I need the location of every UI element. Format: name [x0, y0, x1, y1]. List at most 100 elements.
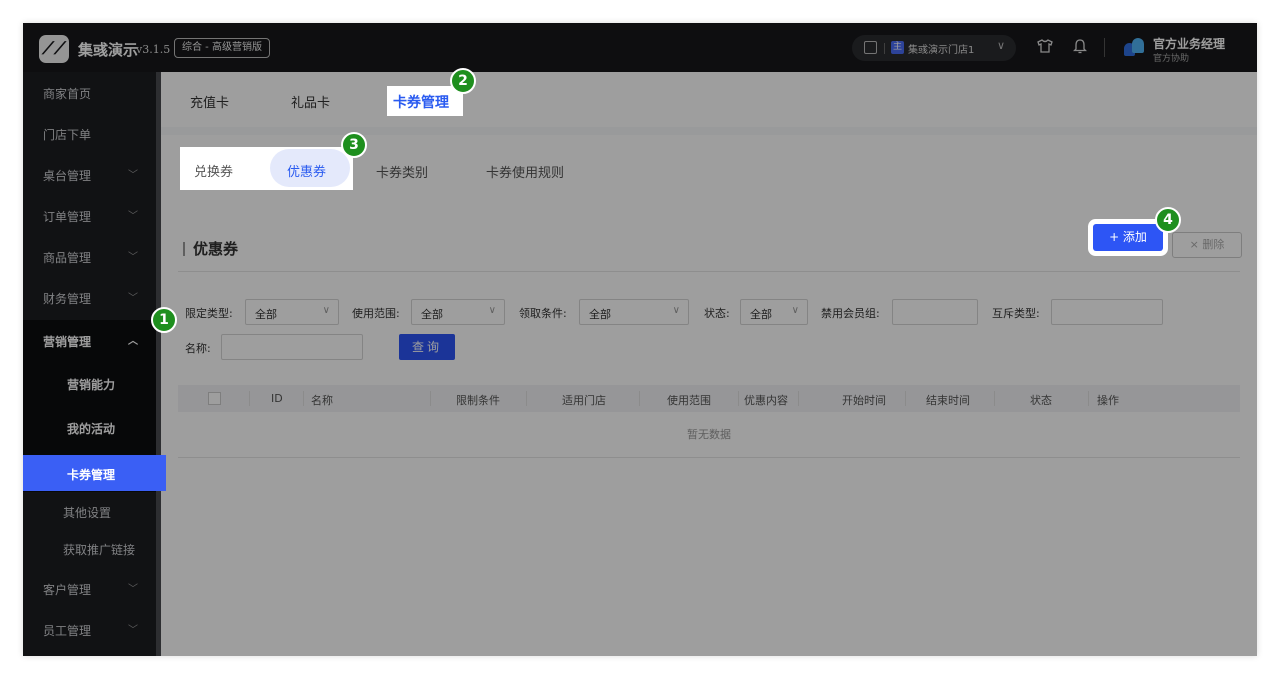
column-end: 结束时间	[926, 394, 970, 407]
edition-badge[interactable]: 综合 - 高级营销版	[174, 38, 270, 58]
app-version: v3.1.5	[136, 43, 171, 56]
subtabs-highlight: 兑换券 优惠券	[180, 147, 353, 190]
column-scope: 使用范围	[667, 394, 711, 407]
sidebar-sub-marketing-ability[interactable]: 营销能力	[23, 362, 156, 406]
subtab-category[interactable]: 卡券类别	[376, 162, 428, 181]
filter-banned-group-input[interactable]	[892, 299, 978, 325]
sidebar-item-products[interactable]: 商品管理 ﹀	[23, 236, 156, 277]
filter-scope-select[interactable]: 全部 ∨	[411, 299, 505, 325]
filter-name-label: 名称:	[185, 342, 211, 355]
step-marker-1: 1	[151, 307, 177, 333]
table-empty: 暂无数据	[178, 412, 1240, 458]
user-name[interactable]: 官方业务经理	[1153, 35, 1225, 52]
sidebar-item-store-order[interactable]: 门店下单	[23, 113, 156, 154]
add-button[interactable]: + 添加	[1093, 224, 1163, 251]
select-all-checkbox[interactable]	[208, 392, 221, 405]
section-title: 优惠券	[183, 238, 238, 259]
chevron-up-icon: ︿	[128, 336, 138, 347]
column-divider	[526, 391, 527, 406]
column-name: 名称	[311, 394, 333, 407]
filter-limit-type-select[interactable]: 全部 ∨	[245, 299, 339, 325]
subtab-coupon-label: 优惠券	[287, 165, 327, 180]
sidebar-sub-other-settings[interactable]: 其他设置	[23, 492, 156, 528]
chevron-down-icon: ﹀	[128, 625, 138, 636]
column-divider	[905, 391, 906, 406]
bell-icon[interactable]	[1072, 38, 1088, 58]
step-marker-4: 4	[1155, 207, 1181, 233]
column-actions: 操作	[1097, 394, 1119, 407]
filter-condition-select[interactable]: 全部 ∨	[579, 299, 689, 325]
filter-name-input[interactable]	[221, 334, 363, 360]
table-header: ID 名称 限制条件 适用门店 使用范围 优惠内容 开始时间 结束时间 状态 操…	[178, 385, 1240, 412]
chevron-down-icon: ﹀	[128, 584, 138, 595]
filter-exclusive-type-input[interactable]	[1051, 299, 1163, 325]
chevron-down-icon: ﹀	[128, 211, 138, 222]
sidebar-sub-promo-link[interactable]: 获取推广链接	[23, 528, 156, 568]
filter-banned-group-label: 禁用会员组:	[821, 307, 880, 320]
chevron-down-icon: ∨	[791, 305, 799, 316]
filter-exclusive-type-label: 互斥类型:	[992, 307, 1040, 320]
step-marker-3: 3	[341, 132, 367, 158]
column-divider	[430, 391, 431, 406]
store-badge: 主	[891, 41, 904, 54]
filter-status-label: 状态:	[704, 307, 730, 320]
sidebar-item-staff[interactable]: 员工管理 ﹀	[23, 609, 156, 650]
subtab-coupon[interactable]: 优惠券	[270, 149, 350, 187]
chevron-down-icon: ﹀	[128, 293, 138, 304]
sidebar-item-finance[interactable]: 财务管理 ﹀	[23, 277, 156, 318]
sidebar-sub-my-activities[interactable]: 我的活动	[23, 406, 156, 450]
app-name: 集彧演示	[78, 41, 139, 59]
sidebar-sub-card-coupon[interactable]: 卡券管理	[23, 455, 166, 491]
subtab-exchange[interactable]: 兑换券	[194, 161, 233, 180]
store-icon	[864, 41, 877, 54]
sidebar-item-home[interactable]: 商家首页	[23, 72, 156, 113]
tab-gift-card[interactable]: 礼品卡	[291, 92, 330, 111]
column-id: ID	[271, 392, 283, 405]
filter-scope-label: 使用范围:	[352, 307, 400, 320]
store-select[interactable]: 主 集彧演示门店1 ∨	[852, 35, 1016, 61]
shirt-icon[interactable]	[1037, 38, 1053, 58]
column-discount: 优惠内容	[744, 394, 788, 407]
column-start: 开始时间	[842, 394, 886, 407]
column-divider	[994, 391, 995, 406]
chevron-down-icon: ∨	[997, 39, 1006, 52]
tab-card-coupon-label: 卡券管理	[393, 95, 449, 111]
column-divider	[798, 391, 799, 406]
content-panel: 卡券类别 卡券使用规则 优惠券 × 删除 限定类型: 全部 ∨ 使用范围: 全部 ∨…	[161, 135, 1257, 656]
chevron-down-icon: ∨	[488, 305, 496, 316]
tab-card-coupon[interactable]: 卡券管理	[387, 86, 463, 116]
filter-condition-label: 领取条件:	[519, 307, 567, 320]
column-divider	[1088, 391, 1089, 406]
column-divider	[249, 391, 250, 406]
sidebar: 商家首页 门店下单 桌台管理 ﹀ 订单管理 ﹀ 商品管理 ﹀ 财务管理 ﹀ 营销管理 ︿ …	[23, 72, 156, 656]
app-window: ⟋⟋ 集彧演示 v3.1.5 综合 - 高级营销版 主 集彧演示门店1 ∨ 官方…	[23, 23, 1257, 656]
user-role: 官方协助	[1153, 54, 1190, 64]
step-marker-2: 2	[450, 68, 476, 94]
store-name: 集彧演示门店1	[908, 45, 975, 56]
column-limit: 限制条件	[456, 394, 500, 407]
chevron-down-icon: ∨	[322, 305, 330, 316]
chevron-down-icon: ∨	[672, 305, 680, 316]
subtab-rules[interactable]: 卡券使用规则	[486, 162, 564, 181]
top-header: ⟋⟋ 集彧演示 v3.1.5 综合 - 高级营销版 主 集彧演示门店1 ∨ 官方…	[23, 23, 1257, 72]
sidebar-item-orders[interactable]: 订单管理 ﹀	[23, 195, 156, 236]
tab-recharge-card[interactable]: 充值卡	[190, 92, 229, 111]
column-divider	[639, 391, 640, 406]
column-divider	[303, 391, 304, 406]
chevron-down-icon: ﹀	[128, 170, 138, 181]
delete-button[interactable]: × 删除	[1172, 232, 1242, 258]
filter-limit-type-label: 限定类型:	[185, 307, 233, 320]
app-logo-icon: ⟋⟋	[39, 35, 69, 63]
store-divider	[884, 43, 885, 54]
column-store: 适用门店	[562, 394, 606, 407]
sidebar-item-tables[interactable]: 桌台管理 ﹀	[23, 154, 156, 195]
column-status: 状态	[1030, 394, 1052, 407]
top-tabs: 充值卡 礼品卡	[161, 72, 1257, 127]
query-button[interactable]: 查询	[399, 334, 455, 360]
chevron-down-icon: ﹀	[128, 252, 138, 263]
user-avatar-icon[interactable]	[1124, 38, 1144, 56]
filter-status-select[interactable]: 全部 ∨	[740, 299, 808, 325]
section-divider	[178, 271, 1240, 272]
sidebar-item-marketing[interactable]: 营销管理 ︿	[23, 320, 156, 362]
sidebar-item-customers[interactable]: 客户管理 ﹀	[23, 568, 156, 609]
